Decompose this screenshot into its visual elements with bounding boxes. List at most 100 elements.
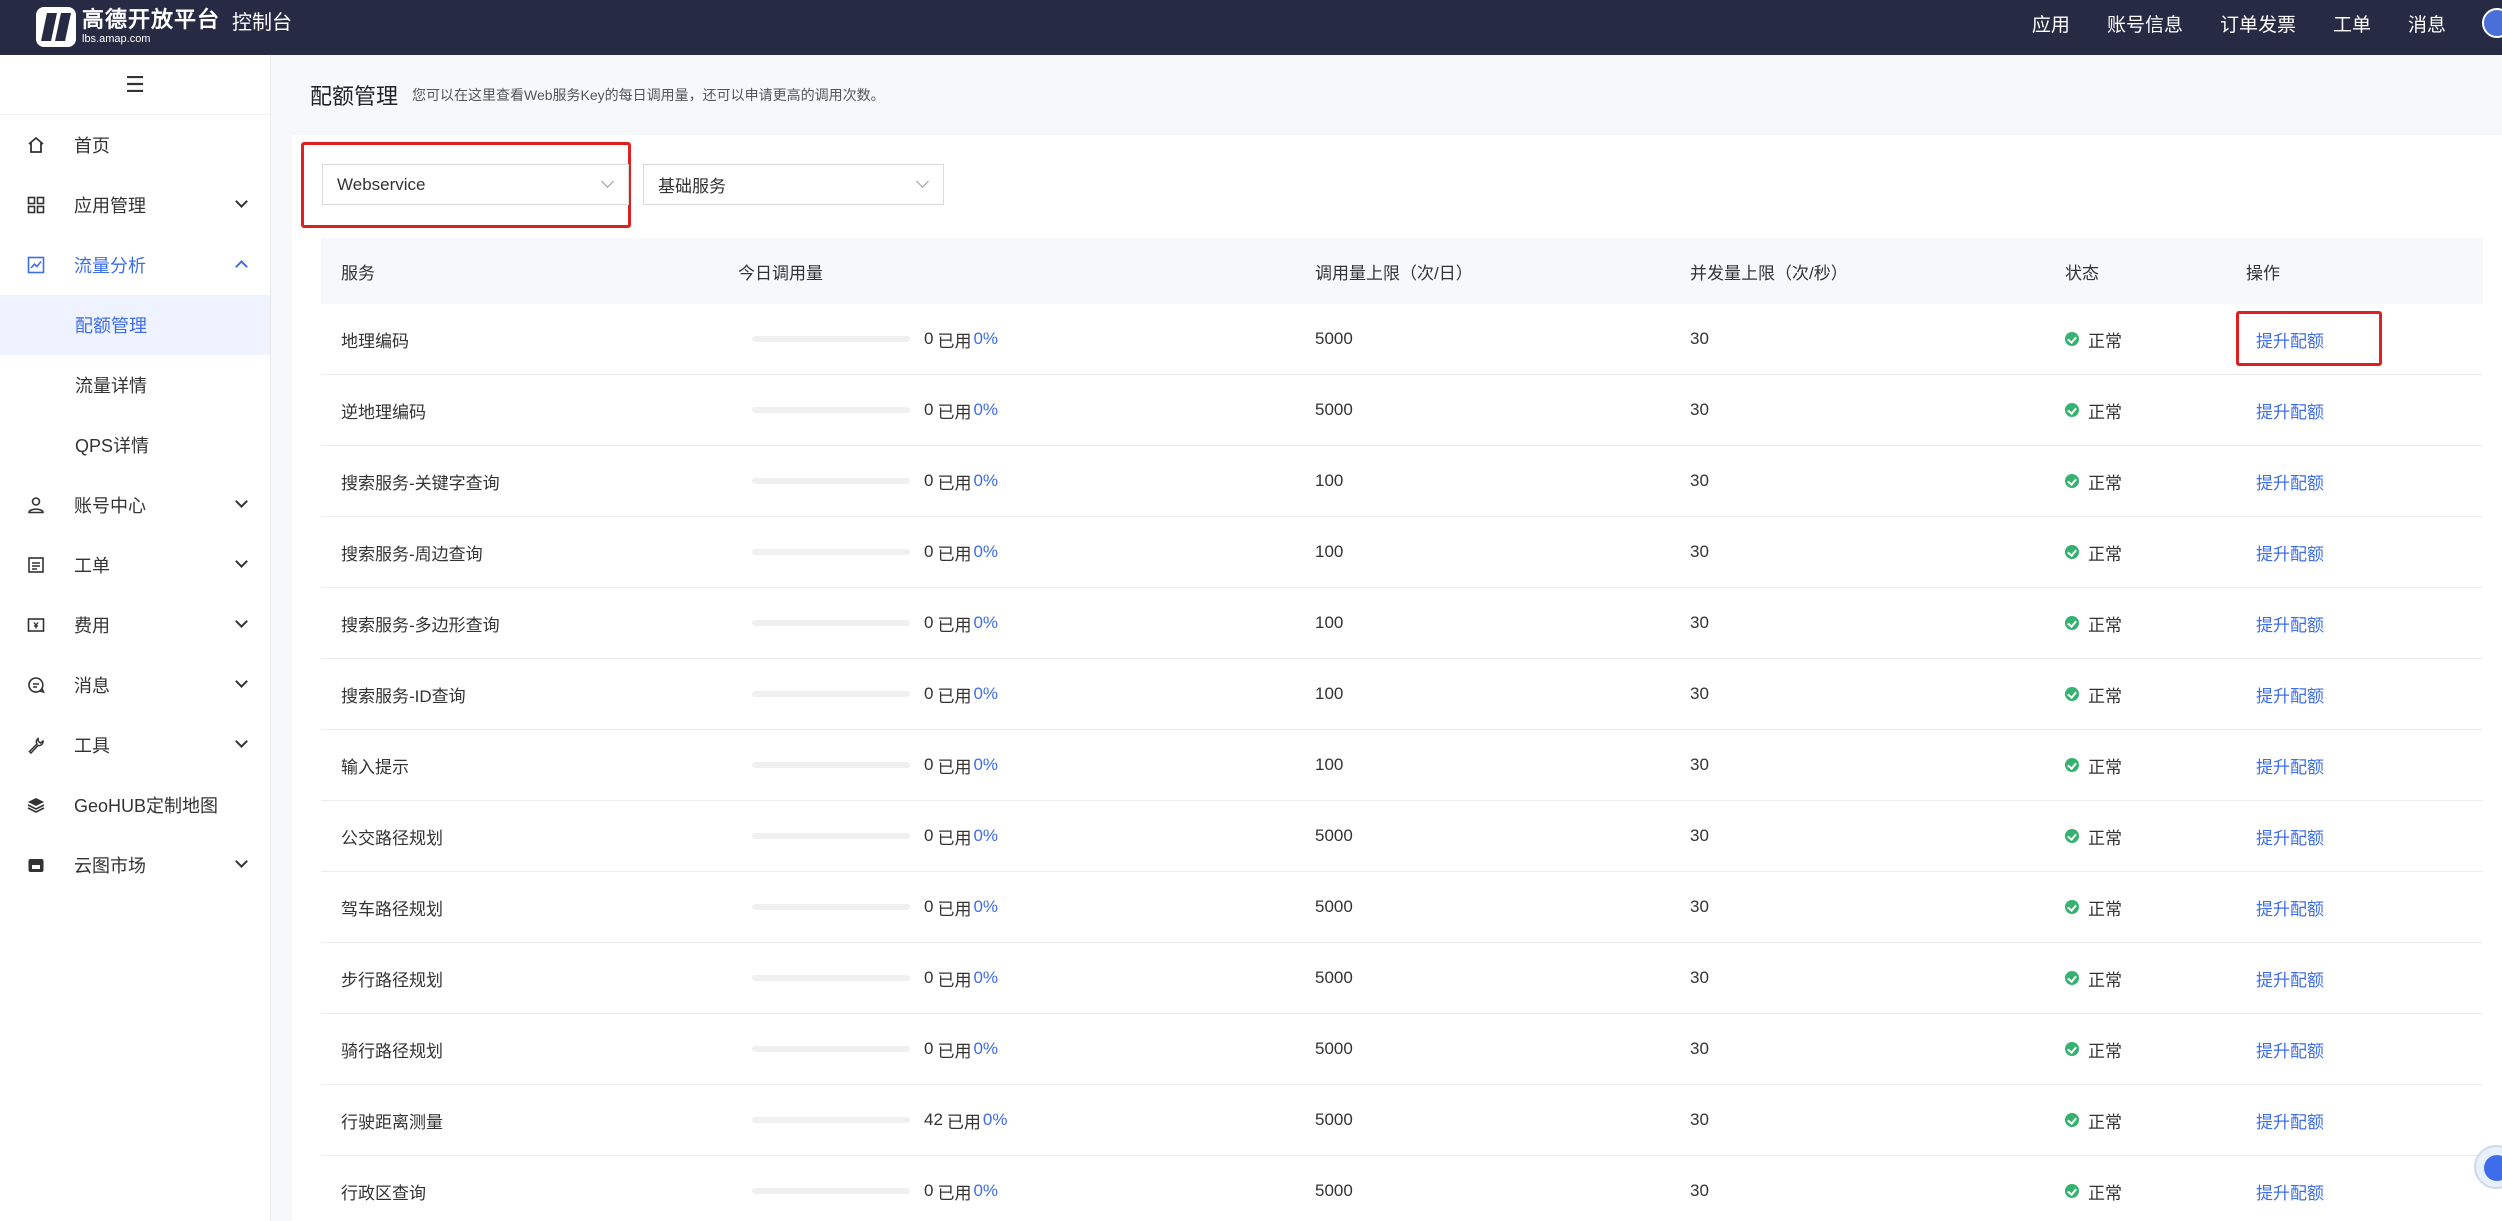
usage-count: 0 bbox=[924, 968, 934, 987]
sidebar-item-home[interactable]: 首页 bbox=[0, 115, 270, 175]
sidebar-item-messages[interactable]: 消息 bbox=[0, 655, 270, 715]
status-label: 正常 bbox=[2088, 970, 2122, 990]
usage-progress-bar bbox=[752, 762, 910, 768]
status: 正常 bbox=[2065, 966, 2246, 991]
usage-count: 0 bbox=[924, 329, 934, 348]
raise-quota-link[interactable]: 提升配额 bbox=[2256, 971, 2324, 990]
platform-select[interactable]: Webservice bbox=[322, 164, 629, 205]
menu-collapse-icon[interactable]: ☰ bbox=[0, 55, 270, 115]
sidebar-item-traffic-analysis[interactable]: 流量分析 bbox=[0, 235, 270, 295]
service-name: 搜索服务-ID查询 bbox=[341, 686, 466, 706]
sidebar-item-tools[interactable]: 工具 bbox=[0, 715, 270, 775]
usage-progress-bar bbox=[752, 407, 910, 413]
content-panel: Webservice 基础服务 服务 今日调用量 调用量上限（次/日） 并发量上… bbox=[292, 135, 2502, 1221]
top-nav-tickets[interactable]: 工单 bbox=[2333, 10, 2371, 37]
daily-limit: 5000 bbox=[1315, 897, 1353, 916]
raise-quota-link[interactable]: 提升配额 bbox=[2256, 403, 2324, 422]
sidebar-item-tickets[interactable]: 工单 bbox=[0, 535, 270, 595]
usage-progress-bar bbox=[752, 336, 910, 342]
raise-quota-link[interactable]: 提升配额 bbox=[2256, 758, 2324, 777]
sidebar-item-label: 消息 bbox=[74, 676, 110, 696]
service-name: 骑行路径规划 bbox=[341, 1041, 443, 1061]
raise-quota-link[interactable]: 提升配额 bbox=[2256, 829, 2324, 848]
raise-quota-link[interactable]: 提升配额 bbox=[2256, 1113, 2324, 1132]
top-nav-apps[interactable]: 应用 bbox=[2032, 10, 2070, 37]
today-usage: 0 已用 0% bbox=[738, 540, 1315, 565]
table-row: 驾车路径规划 0 已用 0% 5000 30 正常 提升配额 bbox=[321, 872, 2483, 943]
usage-percent: 0% bbox=[973, 684, 999, 703]
service-name: 公交路径规划 bbox=[341, 828, 443, 848]
daily-limit: 100 bbox=[1315, 542, 1344, 561]
table-row: 逆地理编码 0 已用 0% 5000 30 正常 提升配额 bbox=[321, 375, 2483, 446]
table-row: 行政区查询 0 已用 0% 5000 30 正常 提升配额 bbox=[321, 1156, 2483, 1221]
sidebar-item-label: 费用 bbox=[74, 616, 110, 636]
usage-count: 0 bbox=[924, 755, 934, 774]
status-label: 正常 bbox=[2088, 615, 2122, 635]
sidebar-item-cloud-market[interactable]: 云图市场 bbox=[0, 835, 270, 895]
service-name: 步行路径规划 bbox=[341, 970, 443, 990]
page-title: 配额管理 bbox=[310, 84, 399, 109]
raise-quota-link[interactable]: 提升配额 bbox=[2256, 1184, 2324, 1203]
status-label: 正常 bbox=[2088, 1183, 2122, 1203]
sidebar-item-traffic-details[interactable]: 流量详情 bbox=[0, 355, 270, 415]
service-type-select[interactable]: 基础服务 bbox=[643, 164, 944, 205]
table-header: 服务 今日调用量 调用量上限（次/日） 并发量上限（次/秒） 状态 操作 bbox=[321, 238, 2483, 304]
used-label: 已用 bbox=[937, 1041, 972, 1061]
table-body: 地理编码 0 已用 0% 5000 30 正常 提升配额 逆地理编码 0 已用 0% 5000 30 正常提… bbox=[321, 304, 2483, 1221]
status: 正常 bbox=[2065, 611, 2246, 636]
today-usage: 0 已用 0% bbox=[738, 682, 1315, 707]
sidebar-item-app-management[interactable]: 应用管理 bbox=[0, 175, 270, 235]
qps-limit: 30 bbox=[1690, 755, 1709, 774]
logo-name: 高德开放平台 bbox=[82, 7, 221, 32]
raise-quota-link[interactable]: 提升配额 bbox=[2256, 900, 2324, 919]
table-row: 骑行路径规划 0 已用 0% 5000 30 正常 提升配额 bbox=[321, 1014, 2483, 1085]
status: 正常 bbox=[2065, 1108, 2246, 1133]
raise-quota-link[interactable]: 提升配额 bbox=[2256, 474, 2324, 493]
platform-select-value: Webservice bbox=[337, 174, 426, 194]
sidebar-item-billing[interactable]: 费用 bbox=[0, 595, 270, 655]
table-row: 步行路径规划 0 已用 0% 5000 30 正常 提升配额 bbox=[321, 943, 2483, 1014]
qps-limit: 30 bbox=[1690, 1110, 1709, 1129]
table-row: 搜索服务-多边形查询 0 已用 0% 100 30 正常 提升配额 bbox=[321, 588, 2483, 659]
status-label: 正常 bbox=[2088, 1112, 2122, 1132]
top-nav-messages[interactable]: 消息 bbox=[2408, 10, 2446, 37]
service-name: 逆地理编码 bbox=[341, 402, 426, 422]
chevron-down-icon bbox=[235, 555, 248, 568]
qps-limit: 30 bbox=[1690, 897, 1709, 916]
today-usage: 0 已用 0% bbox=[738, 753, 1315, 778]
wrench-icon bbox=[26, 735, 46, 755]
raise-quota-link[interactable]: 提升配额 bbox=[2256, 1042, 2324, 1061]
qps-limit: 30 bbox=[1690, 400, 1709, 419]
chevron-down-icon bbox=[235, 855, 248, 868]
user-avatar[interactable] bbox=[2482, 8, 2502, 38]
table-row: 行驶距离测量 42 已用 0% 5000 30 正常 提升配额 bbox=[321, 1085, 2483, 1156]
raise-quota-link[interactable]: 提升配额 bbox=[2256, 616, 2324, 635]
chevron-down-icon bbox=[235, 495, 248, 508]
raise-quota-link[interactable]: 提升配额 bbox=[2256, 687, 2324, 706]
sidebar-item-geohub[interactable]: GeoHUB定制地图 bbox=[0, 775, 270, 835]
status: 正常 bbox=[2065, 469, 2246, 494]
used-label: 已用 bbox=[937, 1183, 972, 1203]
console-title[interactable]: 控制台 bbox=[232, 0, 292, 55]
daily-limit: 5000 bbox=[1315, 1039, 1353, 1058]
top-nav-invoices[interactable]: 订单发票 bbox=[2220, 10, 2296, 37]
sidebar-item-account-center[interactable]: 账号中心 bbox=[0, 475, 270, 535]
qps-limit: 30 bbox=[1690, 329, 1709, 348]
status-label: 正常 bbox=[2088, 331, 2122, 351]
service-name: 行政区查询 bbox=[341, 1183, 426, 1203]
daily-limit: 5000 bbox=[1315, 400, 1353, 419]
status: 正常 bbox=[2065, 682, 2246, 707]
daily-limit: 100 bbox=[1315, 755, 1344, 774]
sidebar-item-quota-management[interactable]: 配额管理 bbox=[0, 295, 270, 355]
store-icon bbox=[26, 855, 46, 875]
status-ok-icon bbox=[2065, 1113, 2079, 1127]
sidebar-item-qps-details[interactable]: QPS详情 bbox=[0, 415, 270, 475]
top-nav-account[interactable]: 账号信息 bbox=[2107, 10, 2183, 37]
chevron-down-icon bbox=[235, 735, 248, 748]
today-usage: 42 已用 0% bbox=[738, 1108, 1315, 1133]
daily-limit: 100 bbox=[1315, 684, 1344, 703]
daily-limit: 100 bbox=[1315, 471, 1344, 490]
amap-logo[interactable]: 高德开放平台 lbs.amap.com bbox=[36, 4, 220, 50]
sidebar-item-label: 流量分析 bbox=[74, 256, 146, 276]
raise-quota-link[interactable]: 提升配额 bbox=[2256, 545, 2324, 564]
